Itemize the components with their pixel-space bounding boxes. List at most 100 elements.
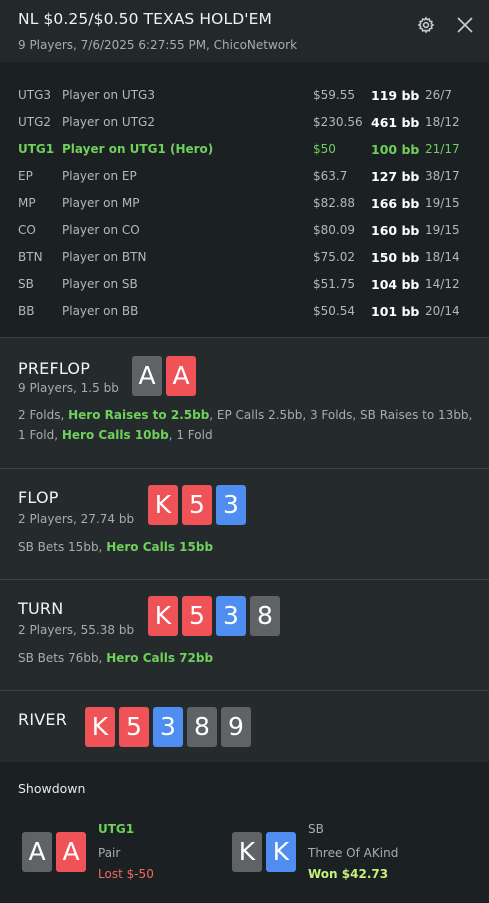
preflop-section: PREFLOP 9 Players, 1.5 bb AA 2 Folds, He… bbox=[0, 337, 489, 468]
showdown-title: Showdown bbox=[18, 781, 86, 796]
player-position: SB bbox=[18, 277, 34, 291]
player-row[interactable]: MP Player on MP $82.88 166 bb 19/15 bbox=[0, 194, 489, 214]
hero-action: Hero Calls 72bb bbox=[106, 651, 214, 665]
river-section: RIVER K5389 bbox=[0, 690, 489, 762]
showdown-result: Lost $-50 bbox=[98, 867, 154, 881]
playing-card: K bbox=[266, 832, 296, 872]
showdown-player: SB bbox=[308, 822, 324, 836]
player-stats: 19/15 bbox=[425, 223, 460, 237]
playing-card: 3 bbox=[153, 707, 183, 747]
player-stats: 20/14 bbox=[425, 304, 460, 318]
action-text: 2 Folds, bbox=[18, 408, 69, 422]
player-name: Player on UTG3 bbox=[62, 88, 155, 102]
playing-card: K bbox=[148, 596, 178, 636]
player-row[interactable]: BB Player on BB $50.54 101 bb 20/14 bbox=[0, 302, 489, 322]
street-title: FLOP bbox=[18, 488, 59, 507]
player-list: UTG3 Player on UTG3 $59.55 119 bb 26/7 UTG2 Pl… bbox=[0, 62, 489, 337]
player-name: Player on BTN bbox=[62, 250, 147, 264]
hand-title: NL $0.25/$0.50 TEXAS HOLD'EM bbox=[18, 10, 272, 28]
player-position: UTG1 bbox=[18, 142, 55, 156]
player-row[interactable]: SB Player on SB $51.75 104 bb 14/12 bbox=[0, 275, 489, 295]
player-stats: 19/15 bbox=[425, 196, 460, 210]
player-stack-bb: 166 bb bbox=[371, 196, 420, 211]
player-stack-bb: 127 bb bbox=[371, 169, 420, 184]
playing-card: 9 bbox=[221, 707, 251, 747]
street-subtitle: 2 Players, 55.38 bb bbox=[18, 623, 135, 637]
player-position: BTN bbox=[18, 250, 43, 264]
player-name: Player on SB bbox=[62, 277, 138, 291]
hero-action: Hero Calls 10bb bbox=[61, 428, 169, 442]
playing-card: 8 bbox=[187, 707, 217, 747]
player-row[interactable]: UTG3 Player on UTG3 $59.55 119 bb 26/7 bbox=[0, 86, 489, 106]
player-stack-bb: 150 bb bbox=[371, 250, 420, 265]
player-stack: $82.88 bbox=[313, 196, 355, 210]
player-stack: $59.55 bbox=[313, 88, 355, 102]
player-position: CO bbox=[18, 223, 36, 237]
player-position: BB bbox=[18, 304, 35, 318]
playing-card: A bbox=[56, 832, 86, 872]
player-row[interactable]: CO Player on CO $80.09 160 bb 19/15 bbox=[0, 221, 489, 241]
playing-card: K bbox=[85, 707, 115, 747]
street-title: TURN bbox=[18, 599, 64, 618]
player-name: Player on UTG1 (Hero) bbox=[62, 142, 214, 156]
playing-card: 3 bbox=[216, 596, 246, 636]
playing-card: 5 bbox=[119, 707, 149, 747]
playing-card: 5 bbox=[182, 596, 212, 636]
player-stats: 26/7 bbox=[425, 88, 452, 102]
street-title: RIVER bbox=[18, 710, 68, 729]
player-stack: $230.56 bbox=[313, 115, 363, 129]
player-stack-bb: 119 bb bbox=[371, 88, 420, 103]
showdown-section: Showdown A A UTG1 Pair Lost $-50 K K SB Three Of… bbox=[0, 762, 489, 903]
player-position: UTG2 bbox=[18, 115, 52, 129]
player-name: Player on EP bbox=[62, 169, 137, 183]
close-icon[interactable] bbox=[456, 16, 474, 34]
gear-icon[interactable] bbox=[417, 16, 435, 34]
action-text: , 1 Fold bbox=[168, 428, 213, 442]
street-title: PREFLOP bbox=[18, 359, 91, 378]
showdown-player: UTG1 bbox=[98, 822, 135, 836]
player-name: Player on MP bbox=[62, 196, 140, 210]
player-stack-bb: 101 bb bbox=[371, 304, 420, 319]
hand-header: NL $0.25/$0.50 TEXAS HOLD'EM 9 Players, … bbox=[0, 0, 489, 62]
player-name: Player on CO bbox=[62, 223, 140, 237]
hand-subtitle: 9 Players, 7/6/2025 6:27:55 PM, ChicoNet… bbox=[18, 38, 298, 52]
hero-action: Hero Calls 15bb bbox=[106, 540, 214, 554]
player-stats: 18/12 bbox=[425, 115, 460, 129]
player-stack: $51.75 bbox=[313, 277, 355, 291]
player-row[interactable]: BTN Player on BTN $75.02 150 bb 18/14 bbox=[0, 248, 489, 268]
action-text: SB Bets 76bb, bbox=[18, 651, 107, 665]
turn-section: TURN 2 Players, 55.38 bb K538 SB Bets 76… bbox=[0, 579, 489, 690]
player-row[interactable]: UTG1 Player on UTG1 (Hero) $50 100 bb 21/17 bbox=[0, 140, 489, 160]
playing-card: 5 bbox=[182, 485, 212, 525]
playing-card: 3 bbox=[216, 485, 246, 525]
action-text: SB Bets 15bb, bbox=[18, 540, 107, 554]
playing-card: A bbox=[166, 356, 196, 396]
playing-card: A bbox=[22, 832, 52, 872]
player-stack: $80.09 bbox=[313, 223, 355, 237]
player-position: MP bbox=[18, 196, 36, 210]
playing-card: K bbox=[148, 485, 178, 525]
player-stats: 21/17 bbox=[425, 142, 460, 156]
playing-card: K bbox=[232, 832, 262, 872]
player-row[interactable]: UTG2 Player on UTG2 $230.56 461 bb 18/12 bbox=[0, 113, 489, 133]
player-stack-bb: 461 bb bbox=[371, 115, 420, 130]
player-position: EP bbox=[18, 169, 33, 183]
flop-section: FLOP 2 Players, 27.74 bb K53 SB Bets 15b… bbox=[0, 468, 489, 579]
player-stack-bb: 100 bb bbox=[371, 142, 420, 157]
player-stats: 38/17 bbox=[425, 169, 460, 183]
player-name: Player on UTG2 bbox=[62, 115, 155, 129]
player-stack: $50 bbox=[313, 142, 336, 156]
playing-card: A bbox=[132, 356, 162, 396]
street-subtitle: 9 Players, 1.5 bb bbox=[18, 381, 119, 395]
playing-card: 8 bbox=[250, 596, 280, 636]
player-position: UTG3 bbox=[18, 88, 52, 102]
hero-action: Hero Raises to 2.5bb bbox=[68, 408, 210, 422]
player-stack: $50.54 bbox=[313, 304, 355, 318]
player-row[interactable]: EP Player on EP $63.7 127 bb 38/17 bbox=[0, 167, 489, 187]
action-log: 2 Folds, Hero Raises to 2.5bb, EP Calls … bbox=[18, 405, 473, 445]
player-stack-bb: 104 bb bbox=[371, 277, 420, 292]
action-log: SB Bets 76bb, Hero Calls 72bb bbox=[18, 648, 473, 668]
player-stack-bb: 160 bb bbox=[371, 223, 420, 238]
showdown-hand-rank: Three Of AKind bbox=[308, 846, 399, 860]
street-subtitle: 2 Players, 27.74 bb bbox=[18, 512, 135, 526]
